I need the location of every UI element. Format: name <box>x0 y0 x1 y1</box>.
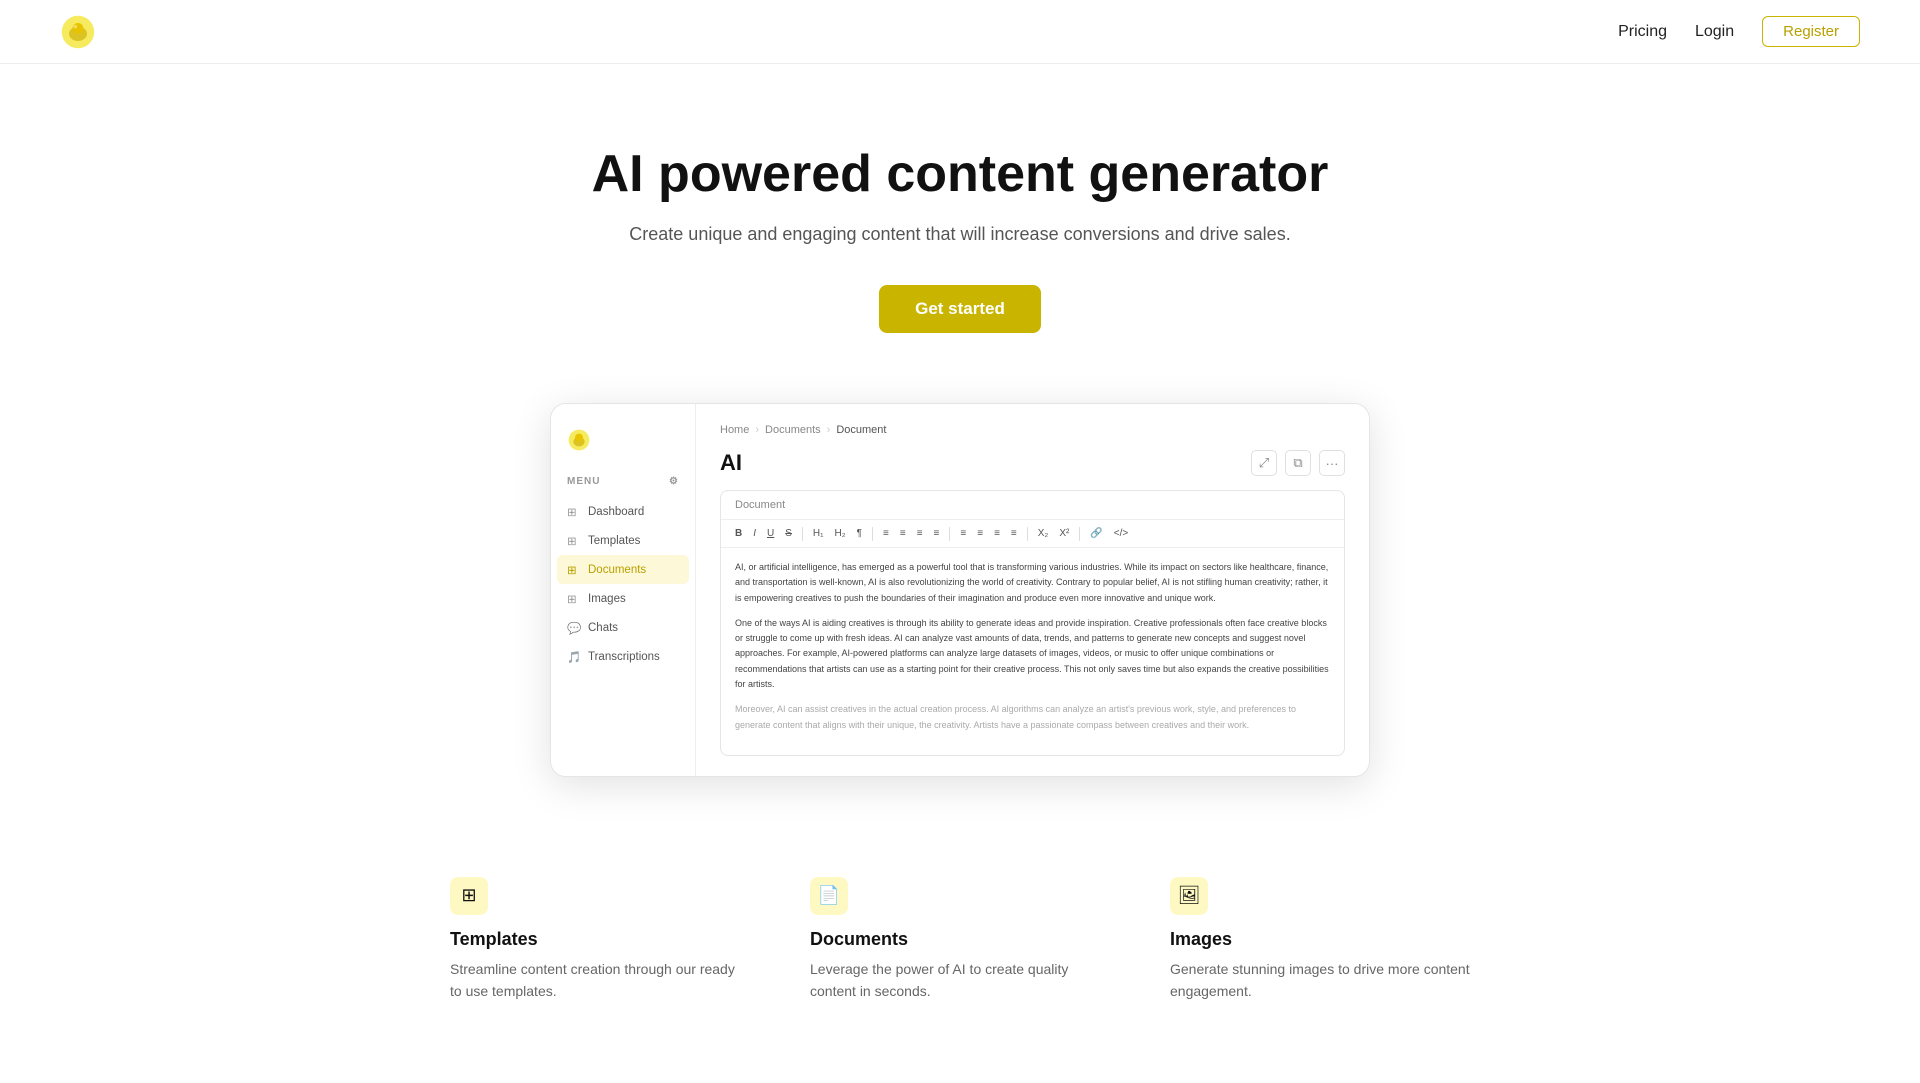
dashboard-icon: ⊞ <box>567 505 580 518</box>
toolbar-align-justify[interactable]: ≡ <box>1007 526 1021 541</box>
logo[interactable] <box>60 14 96 50</box>
feature-documents: 📄 Documents Leverage the power of AI to … <box>780 877 1140 1003</box>
editor-header: Document <box>721 491 1344 520</box>
preview-window: MENU ⚙ ⊞ Dashboard ⊞ Templates ⊞ Documen… <box>550 403 1370 777</box>
doc-title-row: AI ⤢ ⧉ ··· <box>720 450 1345 476</box>
toolbar-outdent[interactable]: ≡ <box>913 526 927 541</box>
toolbar-bold[interactable]: B <box>731 526 746 541</box>
breadcrumb-home[interactable]: Home <box>720 424 749 436</box>
sidebar-item-templates[interactable]: ⊞ Templates <box>551 526 695 555</box>
toolbar-paragraph[interactable]: ¶ <box>853 526 866 541</box>
doc-actions: ⤢ ⧉ ··· <box>1251 450 1345 476</box>
toolbar-indent[interactable]: ≡ <box>930 526 944 541</box>
sidebar-item-chats[interactable]: 💬 Chats <box>551 613 695 642</box>
editor-body[interactable]: AI, or artificial intelligence, has emer… <box>721 548 1344 755</box>
breadcrumb-sep-2: › <box>827 424 831 436</box>
toolbar-sep-1 <box>802 527 803 541</box>
toolbar-sep-4 <box>1027 527 1028 541</box>
breadcrumb-current: Document <box>836 424 886 436</box>
feature-templates-desc: Streamline content creation through our … <box>450 958 750 1003</box>
feature-documents-icon-wrapper: 📄 <box>810 877 848 915</box>
toolbar-italic[interactable]: I <box>749 526 760 541</box>
hero-subtitle: Create unique and engaging content that … <box>20 224 1900 245</box>
copy-button[interactable]: ⧉ <box>1285 450 1311 476</box>
settings-icon[interactable]: ⚙ <box>669 476 679 487</box>
toolbar-h1[interactable]: H₁ <box>809 526 828 541</box>
toolbar-align-left[interactable]: ≡ <box>956 526 970 541</box>
hero-title: AI powered content generator <box>20 144 1900 204</box>
feature-images-title: Images <box>1170 929 1470 950</box>
sidebar-logo <box>551 420 695 472</box>
breadcrumb-sep-1: › <box>755 424 759 436</box>
editor-para-1: AI, or artificial intelligence, has emer… <box>735 560 1330 606</box>
breadcrumb: Home › Documents › Document <box>720 424 1345 436</box>
feature-images: 🖼 Images Generate stunning images to dri… <box>1140 877 1500 1003</box>
feature-images-desc: Generate stunning images to drive more c… <box>1170 958 1470 1003</box>
features-section: ⊞ Templates Streamline content creation … <box>360 837 1560 1083</box>
feature-templates-icon-wrapper: ⊞ <box>450 877 488 915</box>
feature-templates-icon: ⊞ <box>461 885 476 906</box>
feature-templates-title: Templates <box>450 929 750 950</box>
toolbar-ul[interactable]: ≡ <box>879 526 893 541</box>
feature-documents-desc: Leverage the power of AI to create quali… <box>810 958 1110 1003</box>
documents-icon: ⊞ <box>567 563 580 576</box>
toolbar-strike[interactable]: S <box>781 526 796 541</box>
breadcrumb-documents[interactable]: Documents <box>765 424 821 436</box>
transcriptions-icon: 🎵 <box>567 650 580 663</box>
templates-icon: ⊞ <box>567 534 580 547</box>
expand-button[interactable]: ⤢ <box>1251 450 1277 476</box>
sidebar-logo-icon <box>567 428 591 452</box>
main-editor: Home › Documents › Document AI ⤢ ⧉ ··· D… <box>696 404 1369 776</box>
feature-documents-icon: 📄 <box>818 885 840 906</box>
more-button[interactable]: ··· <box>1319 450 1345 476</box>
toolbar-sep-2 <box>872 527 873 541</box>
toolbar-sep-3 <box>949 527 950 541</box>
sidebar-item-images[interactable]: ⊞ Images <box>551 584 695 613</box>
sidebar: MENU ⚙ ⊞ Dashboard ⊞ Templates ⊞ Documen… <box>551 404 696 776</box>
sidebar-item-dashboard[interactable]: ⊞ Dashboard <box>551 497 695 526</box>
toolbar-ol[interactable]: ≡ <box>896 526 910 541</box>
toolbar-code[interactable]: </> <box>1110 526 1132 541</box>
sidebar-item-documents[interactable]: ⊞ Documents <box>557 555 689 584</box>
editor-para-3: Moreover, AI can assist creatives in the… <box>735 702 1330 733</box>
feature-documents-title: Documents <box>810 929 1110 950</box>
app-preview: MENU ⚙ ⊞ Dashboard ⊞ Templates ⊞ Documen… <box>0 383 1920 837</box>
doc-title: AI <box>720 450 742 476</box>
get-started-button[interactable]: Get started <box>879 285 1041 333</box>
toolbar-h2[interactable]: H₂ <box>831 526 850 541</box>
chats-icon: 💬 <box>567 621 580 634</box>
editor-para-2: One of the ways AI is aiding creatives i… <box>735 616 1330 692</box>
toolbar-superscript[interactable]: X² <box>1055 526 1073 541</box>
editor-toolbar[interactable]: B I U S H₁ H₂ ¶ ≡ ≡ ≡ ≡ ≡ ≡ ≡ <box>721 520 1344 548</box>
toolbar-subscript[interactable]: X₂ <box>1034 526 1053 541</box>
logo-icon <box>60 14 96 50</box>
feature-images-icon: 🖼 <box>1178 885 1201 906</box>
hero-section: AI powered content generator Create uniq… <box>0 64 1920 383</box>
feature-images-icon-wrapper: 🖼 <box>1170 877 1208 915</box>
toolbar-align-center[interactable]: ≡ <box>973 526 987 541</box>
toolbar-align-right[interactable]: ≡ <box>990 526 1004 541</box>
feature-templates: ⊞ Templates Streamline content creation … <box>420 877 780 1003</box>
sidebar-menu-label: MENU ⚙ <box>551 472 695 497</box>
toolbar-sep-5 <box>1079 527 1080 541</box>
nav-login[interactable]: Login <box>1695 23 1734 41</box>
toolbar-link[interactable]: 🔗 <box>1086 526 1106 541</box>
images-icon: ⊞ <box>567 592 580 605</box>
sidebar-item-transcriptions[interactable]: 🎵 Transcriptions <box>551 642 695 671</box>
toolbar-underline[interactable]: U <box>763 526 778 541</box>
nav-links: Pricing Login Register <box>1618 16 1860 47</box>
nav-pricing[interactable]: Pricing <box>1618 23 1667 41</box>
nav-register-button[interactable]: Register <box>1762 16 1860 47</box>
editor-area: Document B I U S H₁ H₂ ¶ ≡ ≡ ≡ ≡ <box>720 490 1345 756</box>
